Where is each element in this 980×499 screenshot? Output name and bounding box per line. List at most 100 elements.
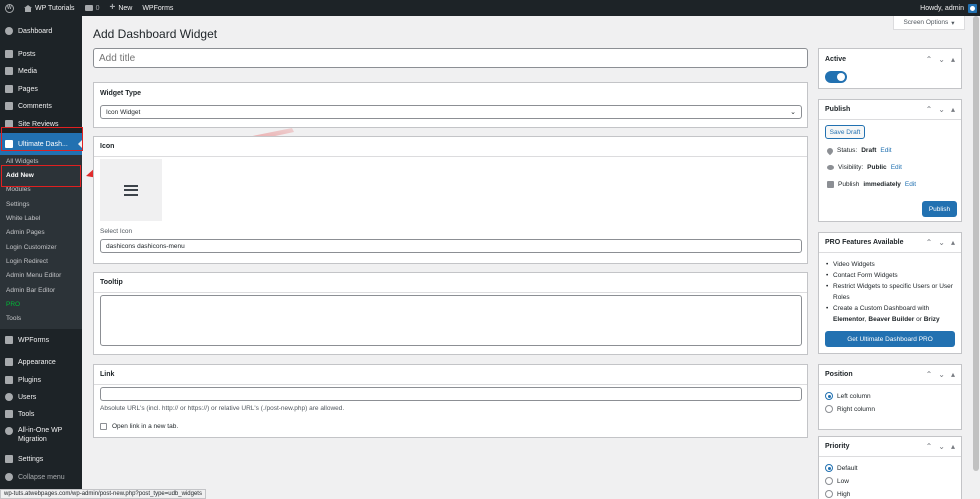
move-down-icon[interactable]: ⌄: [938, 55, 945, 64]
move-down-icon[interactable]: ⌄: [938, 105, 945, 114]
menu-label: Posts: [18, 50, 36, 58]
toggle-panel-icon[interactable]: ▴: [951, 55, 955, 64]
icon-class-input[interactable]: dashicons dashicons-menu: [100, 239, 802, 253]
icon-preview[interactable]: [100, 159, 162, 221]
position-left-option[interactable]: Left column: [825, 392, 871, 400]
box-title: Active: [825, 55, 847, 63]
submenu-pro[interactable]: PRO: [6, 301, 20, 308]
menu-tools[interactable]: Tools: [0, 406, 82, 422]
menu-posts[interactable]: Posts: [0, 46, 82, 62]
move-up-icon[interactable]: ⌃: [926, 370, 933, 379]
admin-bar: WP Tutorials 0 +New WPForms Howdy, admin: [0, 0, 980, 16]
visibility-label: Visibility:: [838, 164, 864, 171]
box-controls: ⌃ ⌄ ▴: [926, 238, 961, 247]
submenu-login-redirect[interactable]: Login Redirect: [6, 258, 48, 265]
brush-icon: [5, 358, 13, 366]
move-down-icon[interactable]: ⌄: [938, 238, 945, 247]
submenu-admin-menu-editor[interactable]: Admin Menu Editor: [6, 272, 61, 279]
new-content-menu[interactable]: + New: [104, 0, 137, 16]
active-box: Active ⌃ ⌄ ▴: [818, 48, 962, 89]
toggle-panel-icon[interactable]: ▴: [951, 442, 955, 451]
scrollbar-thumb[interactable]: [973, 16, 979, 471]
box-header: Publish ⌃ ⌄ ▴: [819, 100, 961, 120]
submenu-admin-pages[interactable]: Admin Pages: [6, 229, 45, 236]
tooltip-box: Tooltip: [93, 272, 808, 355]
site-name-link[interactable]: WP Tutorials: [19, 0, 80, 16]
menu-label: Plugins: [18, 376, 41, 384]
menu-all-in-one-migration[interactable]: All-in-One WP Migration: [0, 424, 82, 448]
menu-label: Tools: [18, 410, 35, 418]
new-tab-checkbox[interactable]: [100, 423, 107, 430]
pin-icon: [825, 146, 835, 155]
move-up-icon[interactable]: ⌃: [926, 238, 933, 247]
feature-text: Restrict Widgets to specific Users or Us…: [833, 283, 953, 290]
move-up-icon[interactable]: ⌃: [926, 442, 933, 451]
link-box: Link Absolute URL's (incl. http:// or ht…: [93, 364, 808, 438]
wp-logo-menu[interactable]: [0, 0, 19, 16]
priority-low-option[interactable]: Low: [825, 477, 849, 485]
publish-date-label: Publish: [838, 181, 860, 188]
box-header: PRO Features Available ⌃ ⌄ ▴: [819, 233, 961, 253]
visibility-row: Visibility: Public Edit: [827, 164, 902, 171]
page-title: Add Dashboard Widget: [93, 27, 218, 41]
menu-label: WPForms: [18, 336, 50, 344]
toggle-panel-icon[interactable]: ▴: [951, 105, 955, 114]
link-url-input[interactable]: [100, 387, 802, 401]
radio-low[interactable]: [825, 477, 833, 485]
submenu-white-label[interactable]: White Label: [6, 215, 40, 222]
radio-left-column[interactable]: [825, 392, 833, 400]
priority-default-option[interactable]: Default: [825, 464, 858, 472]
publish-date-edit-link[interactable]: Edit: [905, 181, 916, 188]
save-draft-button[interactable]: Save Draft: [825, 125, 865, 139]
menu-users[interactable]: Users: [0, 389, 82, 405]
title-input[interactable]: [93, 48, 808, 68]
get-pro-button[interactable]: Get Ultimate Dashboard PRO: [825, 331, 955, 347]
toggle-panel-icon[interactable]: ▴: [951, 370, 955, 379]
menu-media[interactable]: Media: [0, 63, 82, 79]
submenu-settings[interactable]: Settings: [6, 201, 30, 208]
box-title: Publish: [825, 106, 851, 113]
radio-default[interactable]: [825, 464, 833, 472]
visibility-edit-link[interactable]: Edit: [891, 164, 902, 171]
my-account-menu[interactable]: Howdy, admin: [920, 3, 980, 13]
widget-type-select[interactable]: Icon Widget ⌄: [100, 105, 802, 119]
radio-right-column[interactable]: [825, 405, 833, 413]
menu-appearance[interactable]: Appearance: [0, 354, 82, 370]
submenu-all-widgets[interactable]: All Widgets: [6, 158, 39, 165]
menu-dashboard[interactable]: Dashboard: [0, 23, 82, 39]
list-item: Video Widgets: [825, 259, 953, 270]
submenu-modules[interactable]: Modules: [6, 186, 31, 193]
tooltip-textarea[interactable]: [100, 295, 802, 346]
collapse-menu-button[interactable]: Collapse menu: [0, 469, 82, 485]
move-down-icon[interactable]: ⌄: [938, 442, 945, 451]
publish-date-value: immediately: [863, 181, 901, 188]
menu-label-multiline: All-in-One WP Migration: [18, 427, 62, 443]
menu-label-line2: Migration: [18, 436, 47, 443]
position-right-option[interactable]: Right column: [825, 405, 875, 413]
menu-wpforms[interactable]: WPForms: [0, 332, 82, 348]
menu-settings[interactable]: Settings: [0, 451, 82, 467]
submenu-login-customizer[interactable]: Login Customizer: [6, 244, 57, 251]
move-up-icon[interactable]: ⌃: [926, 55, 933, 64]
comments-link[interactable]: 0: [80, 0, 105, 16]
menu-label: Collapse menu: [18, 473, 65, 481]
wpforms-adminbar-link[interactable]: WPForms: [137, 0, 178, 16]
status-edit-link[interactable]: Edit: [880, 147, 891, 154]
publish-button[interactable]: Publish: [922, 201, 957, 217]
submenu-tools[interactable]: Tools: [6, 315, 21, 322]
menu-plugins[interactable]: Plugins: [0, 372, 82, 388]
builder-beaver: Beaver Builder: [868, 316, 915, 323]
active-toggle[interactable]: [825, 71, 847, 83]
toggle-panel-icon[interactable]: ▴: [951, 238, 955, 247]
radio-high[interactable]: [825, 490, 833, 498]
move-up-icon[interactable]: ⌃: [926, 105, 933, 114]
page-scrollbar[interactable]: [972, 16, 980, 499]
submenu-admin-bar-editor[interactable]: Admin Bar Editor: [6, 287, 55, 294]
priority-high-option[interactable]: High: [825, 490, 850, 498]
box-title: PRO Features Available: [825, 239, 904, 246]
menu-pages[interactable]: Pages: [0, 81, 82, 97]
screen-options-button[interactable]: Screen Options ▾: [893, 16, 965, 30]
move-down-icon[interactable]: ⌄: [938, 370, 945, 379]
menu-comments[interactable]: Comments: [0, 98, 82, 114]
home-icon: [24, 4, 32, 12]
